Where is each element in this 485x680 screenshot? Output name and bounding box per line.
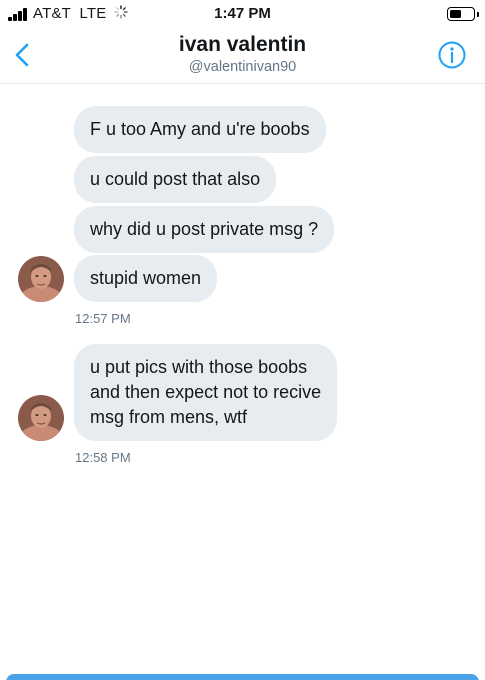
message-bubble[interactable]: u put pics with those boobs and then exp…	[74, 344, 338, 441]
message-timestamp: 12:57 PM	[75, 311, 131, 326]
message-bubble[interactable]: F u too Amy and u're boobs	[74, 106, 326, 153]
sender-avatar[interactable]	[18, 256, 64, 302]
message-bubble[interactable]: u could post that also	[74, 156, 277, 203]
message-text: stupid women	[90, 268, 202, 288]
message-text: why did u post private msg ?	[90, 219, 319, 239]
contact-handle: @valentinivan90	[188, 59, 297, 75]
message-thread[interactable]: F u too Amy and u're boobs u could post …	[0, 84, 485, 674]
message-text-line: msg from mens, wtf	[90, 407, 248, 427]
message-bubble[interactable]: why did u post private msg ?	[74, 206, 335, 253]
sender-avatar[interactable]	[18, 395, 64, 441]
message-text: F u too Amy and u're boobs	[90, 119, 310, 139]
status-time: 1:47 PM	[214, 5, 271, 22]
message-text-line: and then expect not to recive	[90, 382, 322, 402]
status-bar: AT&T LTE 1:47 PM	[0, 0, 485, 28]
message-bubble[interactable]: stupid women	[74, 255, 218, 302]
message-timestamp: 12:58 PM	[75, 450, 131, 465]
compose-bar-edge[interactable]	[6, 674, 479, 680]
contact-name: ivan valentin	[178, 33, 307, 56]
contact-title[interactable]: ivan valentin @valentinivan90	[0, 33, 485, 75]
message-text-line: u put pics with those boobs	[90, 357, 308, 377]
message-text: u could post that also	[90, 169, 261, 189]
battery-icon	[447, 7, 479, 21]
info-icon[interactable]	[437, 40, 467, 70]
conversation-header: ivan valentin @valentinivan90	[0, 28, 485, 84]
